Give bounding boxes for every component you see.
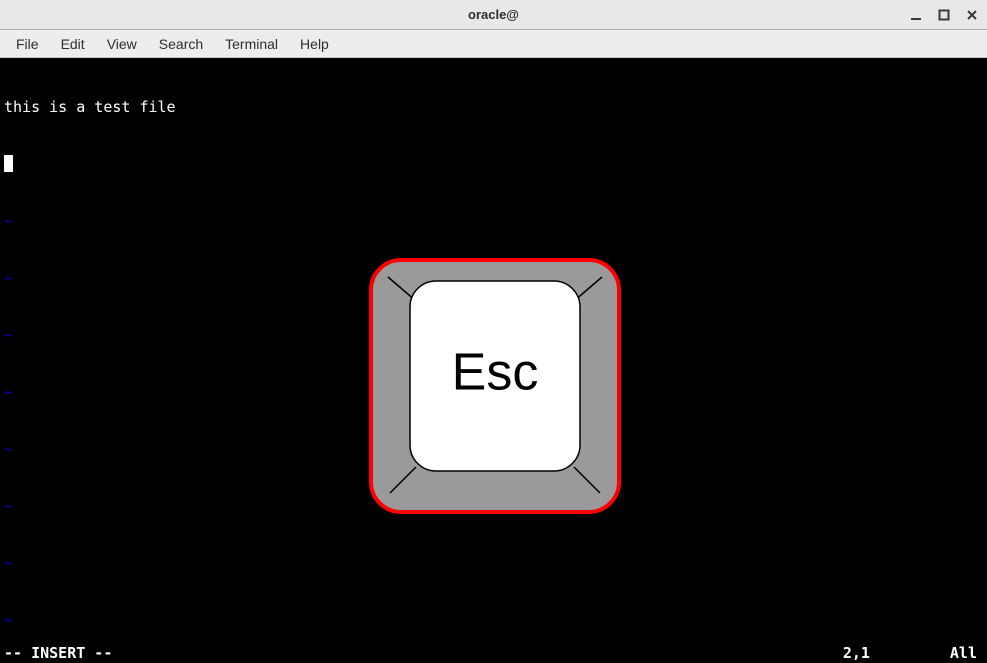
- close-icon: [966, 9, 978, 21]
- status-scroll: All: [950, 644, 977, 663]
- buffer-line-cursor: [4, 155, 983, 174]
- maximize-button[interactable]: [937, 8, 951, 22]
- minimize-button[interactable]: [909, 8, 923, 22]
- cursor-icon: [4, 155, 13, 172]
- status-position: 2,1: [843, 644, 870, 663]
- tilde-line: ~: [4, 497, 983, 516]
- editor-buffer: this is a test file ~ ~ ~ ~ ~ ~ ~ ~ ~ ~ …: [0, 58, 987, 644]
- status-mode: -- INSERT --: [4, 644, 112, 663]
- window-titlebar: oracle@: [0, 0, 987, 30]
- menu-terminal[interactable]: Terminal: [215, 32, 288, 56]
- menu-search[interactable]: Search: [149, 32, 213, 56]
- menu-file[interactable]: File: [6, 32, 49, 56]
- minimize-icon: [910, 9, 922, 21]
- tilde-line: ~: [4, 611, 983, 630]
- menubar: File Edit View Search Terminal Help: [0, 30, 987, 58]
- menu-edit[interactable]: Edit: [51, 32, 95, 56]
- tilde-line: ~: [4, 269, 983, 288]
- tilde-line: ~: [4, 554, 983, 573]
- tilde-line: ~: [4, 440, 983, 459]
- window-controls: [909, 0, 979, 29]
- tilde-line: ~: [4, 212, 983, 231]
- close-button[interactable]: [965, 8, 979, 22]
- menu-help[interactable]: Help: [290, 32, 339, 56]
- window-title: oracle@: [468, 7, 519, 22]
- tilde-line: ~: [4, 383, 983, 402]
- maximize-icon: [938, 9, 950, 21]
- terminal-area[interactable]: this is a test file ~ ~ ~ ~ ~ ~ ~ ~ ~ ~ …: [0, 58, 987, 663]
- menu-view[interactable]: View: [97, 32, 147, 56]
- tilde-line: ~: [4, 326, 983, 345]
- editor-statusbar: -- INSERT -- 2,1 All: [0, 644, 987, 663]
- buffer-line-content: this is a test file: [4, 98, 983, 117]
